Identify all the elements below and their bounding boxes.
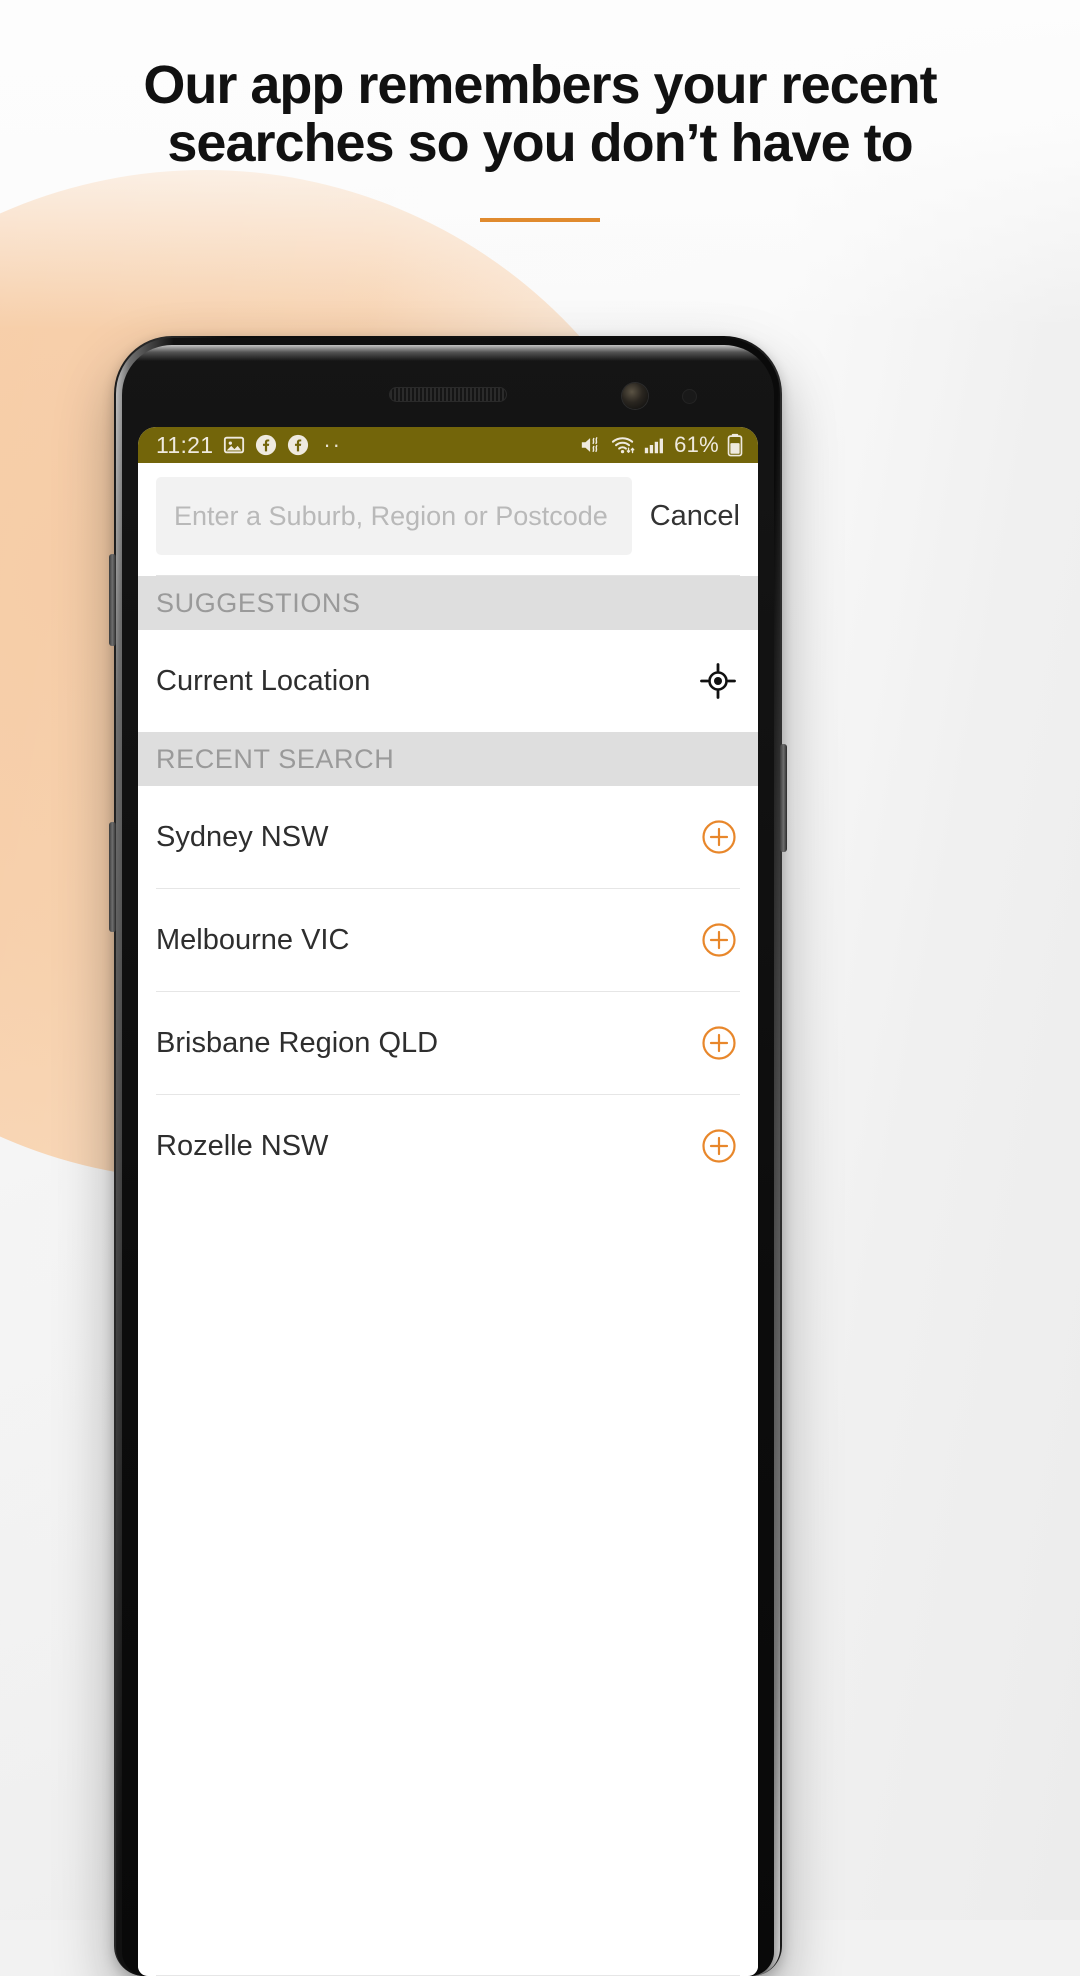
phone-glass: 11:21 ·· 61% Enter a Suburb, Region or P… [122,345,774,1976]
add-circle-icon[interactable] [700,818,738,856]
front-camera-icon [622,383,648,409]
volume-button[interactable] [109,554,116,646]
mute-vibrate-icon [579,434,603,456]
list-item-sydney[interactable]: Sydney NSW [138,786,758,888]
list-item-label: Rozelle NSW [156,1129,329,1162]
promo-headline: Our app remembers your recent searches s… [0,56,1080,173]
search-field-container[interactable] [156,477,632,555]
list-item-melbourne[interactable]: Melbourne VIC [138,889,758,991]
headline-line-2: searches so you don’t have to [167,113,913,174]
accent-rule [480,218,600,222]
list-item-current-location[interactable]: Current Location [138,630,758,732]
status-bar-right: 61% [579,432,744,458]
power-button[interactable] [780,744,787,852]
section-header-suggestions: SUGGESTIONS [138,576,758,630]
list-item-brisbane[interactable]: Brisbane Region QLD [138,992,758,1094]
status-bar: 11:21 ·· 61% [138,427,758,463]
list-item-rozelle[interactable]: Rozelle NSW [138,1095,758,1197]
headline-line-1: Our app remembers your recent [143,55,937,115]
assistant-button[interactable] [109,822,116,932]
glass-sheen [122,345,774,361]
cellular-signal-icon [643,434,665,456]
search-input[interactable] [174,500,614,532]
status-bar-clock: 11:21 [156,431,214,458]
list-item-label: Sydney NSW [156,820,329,853]
search-bar: Cancel [138,463,758,567]
add-circle-icon[interactable] [700,1024,738,1062]
empty-list-area [138,1197,758,1975]
list-item-label: Brisbane Region QLD [156,1026,439,1059]
facebook-icon [287,434,309,456]
battery-icon [726,433,744,457]
cancel-button[interactable]: Cancel [644,500,742,533]
add-circle-icon[interactable] [700,921,738,959]
gps-target-icon[interactable] [698,661,738,701]
battery-percentage: 61% [674,432,719,457]
more-dots-icon: ·· [323,432,343,457]
facebook-icon [255,434,277,456]
proximity-sensor-icon [683,390,696,403]
add-circle-icon[interactable] [700,1127,738,1165]
list-item-label: Current Location [156,664,371,697]
phone-mockup: 11:21 ·· 61% Enter a Suburb, Region or P… [109,336,787,1976]
earpiece-speaker-icon [389,387,507,402]
section-header-recent-search: RECENT SEARCH [138,732,758,786]
status-bar-left: 11:21 ·· [156,432,579,459]
photo-icon [223,434,245,456]
phone-screen: 11:21 ·· 61% Enter a Suburb, Region or P… [138,427,758,1976]
list-item-label: Melbourne VIC [156,923,350,956]
wifi-icon [610,434,636,456]
